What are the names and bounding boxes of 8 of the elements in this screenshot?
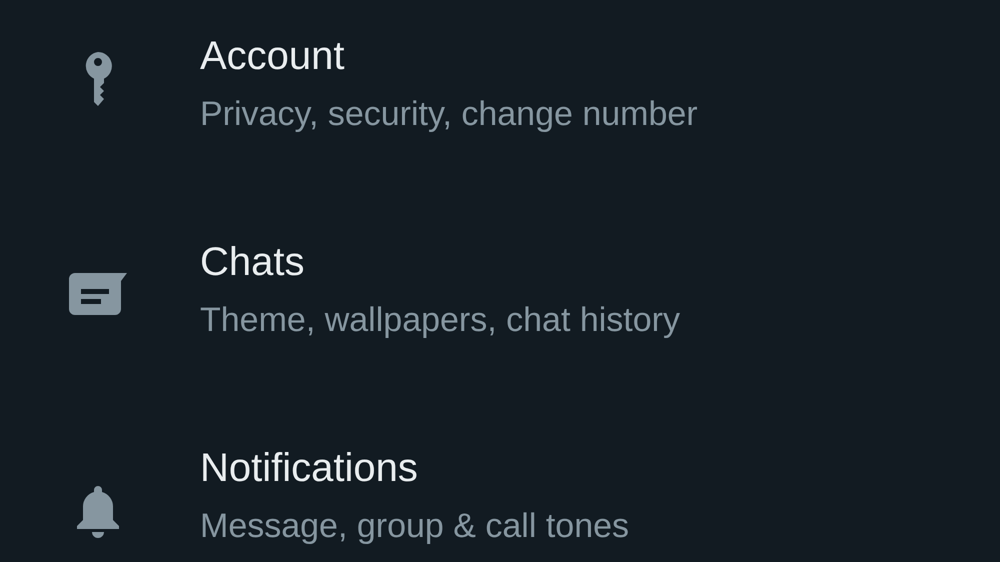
setting-description: Privacy, security, change number — [200, 94, 698, 135]
setting-title[interactable]: Chats — [200, 236, 680, 288]
setting-description: Theme, wallpapers, chat history — [200, 300, 680, 341]
bell-icon — [74, 486, 120, 538]
setting-description: Message, group & call tones — [200, 506, 630, 547]
setting-title[interactable]: Notifications — [200, 442, 630, 494]
chat-icon — [68, 273, 126, 315]
setting-title[interactable]: Account — [200, 30, 698, 82]
